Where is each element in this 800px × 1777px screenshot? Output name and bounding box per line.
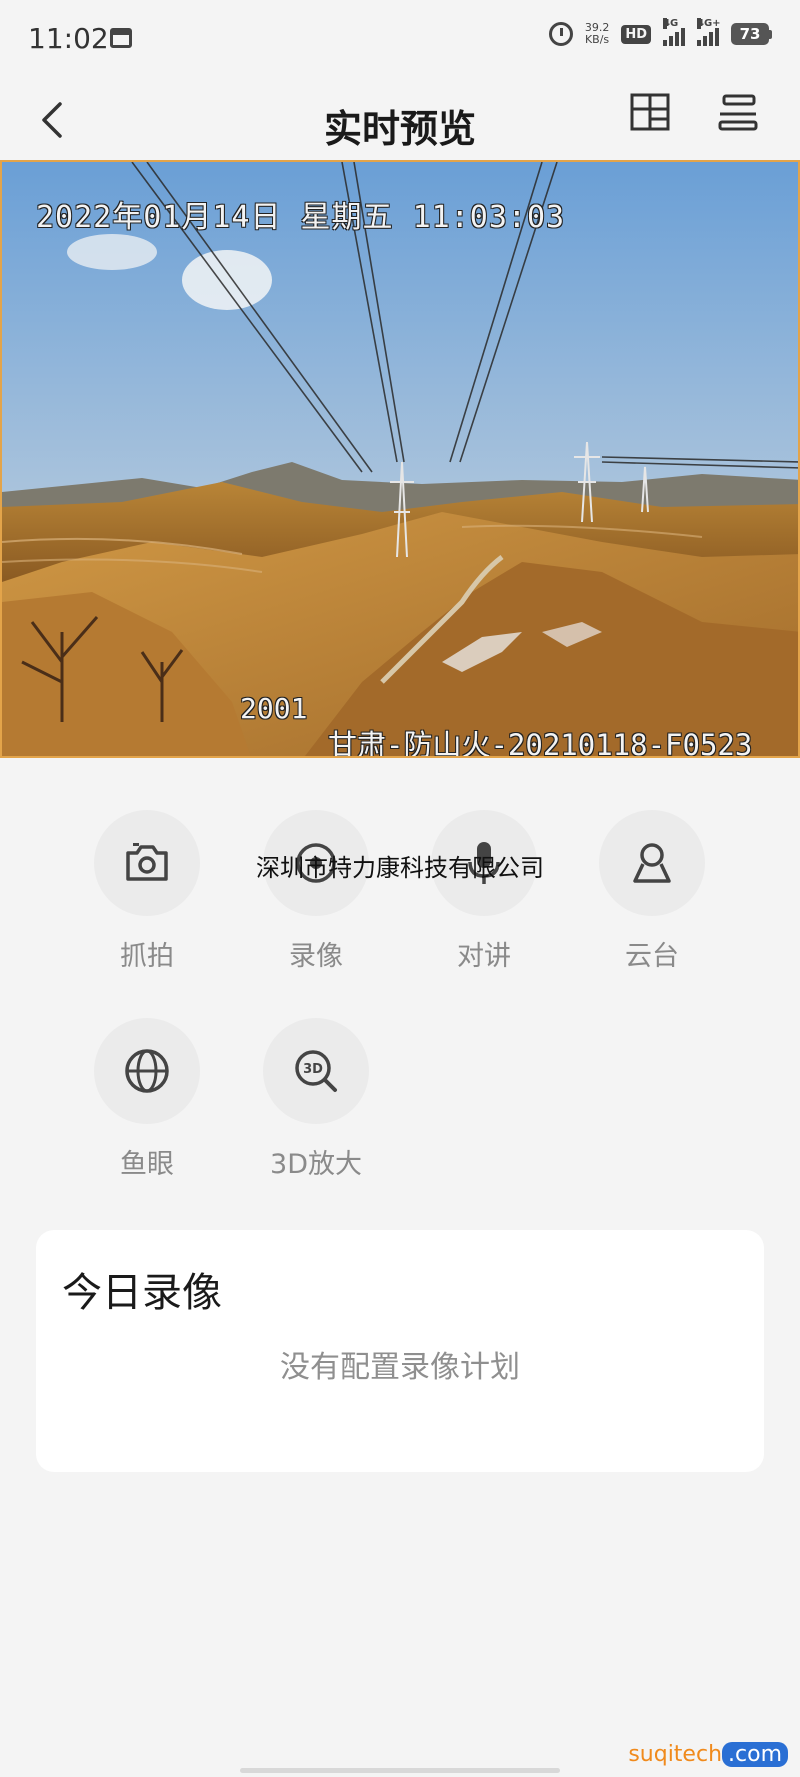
- osd-channel: 2001: [240, 692, 308, 725]
- sim2-label: 4G+: [697, 18, 721, 29]
- snapshot-button[interactable]: 抓拍: [67, 810, 227, 973]
- osd-device-name: 甘肃-防山火-20210118-F0523: [328, 728, 753, 758]
- no-record-plan-text: 没有配置录像计划: [280, 1350, 520, 1385]
- video-scene: [2, 162, 798, 756]
- page-title: 实时预览: [323, 107, 476, 151]
- site-watermark-name: suqitech: [628, 1742, 723, 1767]
- status-time: 11:02: [28, 22, 109, 55]
- fisheye-globe-icon: [125, 1049, 169, 1093]
- status-bar: 11:02 39.2 KB/s HD 4G 4G+ 73: [0, 0, 800, 78]
- ptz-button[interactable]: 云台: [572, 810, 732, 973]
- ptz-icon: [633, 843, 671, 883]
- osd-timestamp: 2022年01月14日 星期五 11:03:03: [36, 200, 566, 235]
- zoom-3d-label: 3D放大: [270, 1149, 362, 1180]
- live-video-preview[interactable]: 2022年01月14日 星期五 11:03:03 2001 甘肃-防山火-202…: [0, 160, 800, 758]
- signal-sim2-icon: 4G+: [697, 18, 721, 46]
- fisheye-button[interactable]: 鱼眼: [67, 1018, 227, 1181]
- alarm-icon: [548, 22, 573, 46]
- app-header: 实时预览: [0, 78, 800, 162]
- today-record-title: 今日录像: [62, 1270, 222, 1316]
- sim1-label: 4G: [663, 18, 679, 29]
- calendar-icon: [110, 28, 132, 48]
- signal-sim1-icon: 4G: [663, 18, 685, 46]
- record-button[interactable]: 录像: [236, 810, 396, 973]
- hd-badge: HD: [621, 24, 651, 44]
- network-speed-unit: KB/s: [584, 33, 610, 46]
- status-icons: 39.2 KB/s HD 4G 4G+ 73: [548, 18, 772, 46]
- today-record-card: 今日录像 没有配置录像计划: [36, 1230, 764, 1472]
- network-speed: 39.2 KB/s: [585, 22, 610, 46]
- 3d-zoom-icon: 3D: [295, 1050, 337, 1092]
- channel-list-icon[interactable]: [718, 92, 758, 132]
- battery-icon: 73: [731, 23, 772, 45]
- battery-level: 73: [731, 23, 769, 45]
- record-label: 录像: [289, 941, 343, 972]
- ptz-label: 云台: [625, 941, 679, 972]
- site-watermark: suqitech .com: [628, 1742, 788, 1767]
- snapshot-label: 抓拍: [120, 941, 174, 972]
- record-icon: [296, 843, 336, 883]
- microphone-icon: [468, 842, 500, 884]
- talk-button[interactable]: 对讲: [404, 810, 564, 973]
- talk-label: 对讲: [457, 941, 511, 972]
- split-view-icon[interactable]: [630, 92, 670, 132]
- home-indicator[interactable]: [240, 1768, 560, 1773]
- svg-text:3D: 3D: [303, 1062, 323, 1077]
- camera-icon: [126, 843, 168, 881]
- site-watermark-domain: .com: [722, 1742, 788, 1767]
- fisheye-label: 鱼眼: [120, 1149, 174, 1180]
- zoom-3d-button[interactable]: 3D 3D放大: [236, 1018, 396, 1181]
